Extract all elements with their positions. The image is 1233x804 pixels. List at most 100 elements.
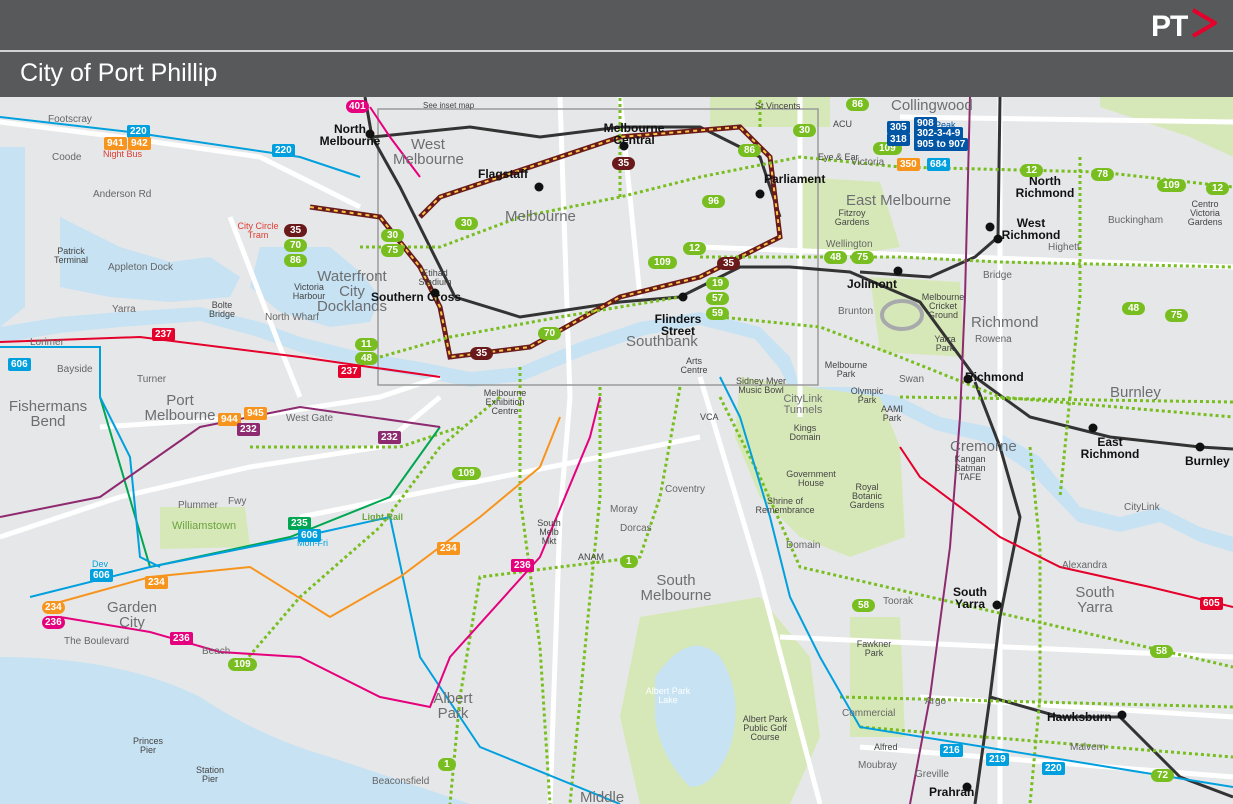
route-badge-11-docklands[interactable]: 11	[355, 338, 378, 351]
route-badge-19[interactable]: 19	[706, 277, 730, 290]
station-melbourne-central[interactable]: Melbourne Central	[598, 122, 670, 146]
road-beaconsfield: Beaconsfield	[372, 776, 430, 787]
poi-mcg: Melbourne Cricket Ground	[921, 292, 965, 320]
road-toorak: Toorak	[883, 596, 914, 607]
route-badge-75-wellington[interactable]: 75	[851, 251, 875, 264]
route-badge-1-south[interactable]: 1	[620, 555, 638, 568]
route-badge-70-city[interactable]: 70	[538, 327, 562, 340]
station-west-richmond[interactable]: West Richmond	[996, 217, 1066, 241]
route-badge-75-docklands[interactable]: 75	[381, 244, 405, 257]
route-badge-48-east[interactable]: 48	[1122, 302, 1146, 315]
route-badge-30-city[interactable]: 30	[455, 217, 479, 230]
route-badge-941[interactable]: 941	[104, 137, 127, 150]
route-badge-234-west[interactable]: 234	[145, 576, 168, 589]
suburb-south-yarra: South Yarra	[1075, 584, 1115, 616]
route-badge-58-east[interactable]: 58	[1150, 645, 1174, 658]
route-badge-109-beach[interactable]: 109	[228, 658, 257, 671]
route-badge-606-lorimer[interactable]: 606	[8, 358, 31, 371]
route-badge-942[interactable]: 942	[128, 137, 151, 150]
station-flagstaff[interactable]: Flagstaff	[478, 168, 528, 180]
station-richmond[interactable]: Richmond	[965, 371, 1024, 383]
station-jolimont[interactable]: Jolimont	[847, 278, 897, 290]
station-southern-cross[interactable]: Southern Cross	[371, 291, 461, 303]
route-badge-75-east[interactable]: 75	[1165, 309, 1189, 322]
station-hawksburn[interactable]: Hawksburn	[1047, 711, 1112, 723]
route-badge-232-b[interactable]: 232	[378, 431, 401, 444]
road-highett: Highett	[1048, 242, 1080, 253]
route-badge-236-beach[interactable]: 236	[170, 632, 193, 645]
route-badge-237-north[interactable]: 237	[152, 328, 175, 341]
road-dorcas: Dorcas	[620, 523, 652, 534]
route-badge-232-a[interactable]: 232	[237, 423, 260, 436]
route-badge-220-south[interactable]: 220	[1042, 762, 1065, 775]
poi-fitzroy-gardens: Fitzroy Gardens	[834, 208, 870, 227]
route-badge-70-west[interactable]: 70	[284, 239, 308, 252]
route-badge-605-east[interactable]: 605	[1200, 597, 1223, 610]
poi-melbourne-park: Melbourne Park	[824, 360, 868, 379]
route-badge-59[interactable]: 59	[706, 307, 730, 320]
route-badge-72-east[interactable]: 72	[1151, 769, 1175, 782]
poi-citylink-tunnels: CityLink Tunnels	[783, 393, 823, 416]
route-badge-236-mid[interactable]: 236	[511, 559, 534, 572]
route-badge-234-mid[interactable]: 234	[437, 542, 460, 555]
route-badge-86-west[interactable]: 86	[284, 254, 308, 267]
route-badge-237-south[interactable]: 237	[338, 365, 361, 378]
road-beach: Beach	[202, 646, 231, 657]
route-badge-684[interactable]: 684	[927, 158, 950, 171]
station-prahran[interactable]: Prahran	[929, 786, 974, 798]
poi-vca: VCA	[700, 412, 719, 422]
route-badge-86-eye[interactable]: 86	[738, 144, 762, 157]
route-badge-12-east[interactable]: 12	[1020, 164, 1044, 177]
route-badge-109-port[interactable]: 109	[452, 467, 481, 480]
route-badge-86-collingwood[interactable]: 86	[846, 98, 870, 111]
route-badge-350[interactable]: 350	[897, 158, 920, 171]
route-badge-109-east[interactable]: 109	[1157, 179, 1186, 192]
station-south-yarra[interactable]: South Yarra	[950, 586, 990, 610]
burnley-green	[1100, 97, 1233, 157]
route-badge-219-south[interactable]: 219	[986, 753, 1009, 766]
poi-station-pier: Station Pier	[195, 765, 225, 784]
route-badge-234-garden[interactable]: 234	[42, 601, 65, 614]
route-badge-1-albert[interactable]: 1	[438, 758, 456, 771]
route-badge-12-far-east[interactable]: 12	[1206, 182, 1230, 195]
route-badge-78-east[interactable]: 78	[1091, 168, 1115, 181]
route-badge-35-west[interactable]: 35	[284, 224, 308, 237]
route-badge-905[interactable]: 905 to 907	[914, 138, 969, 151]
route-badge-35-spencer[interactable]: 35	[717, 257, 741, 270]
route-badge-48-docklands[interactable]: 48	[355, 352, 379, 365]
route-badge-35-city[interactable]: 35	[612, 157, 636, 170]
route-badge-30-docklands[interactable]: 30	[381, 229, 405, 242]
route-badge-216-south[interactable]: 216	[940, 744, 963, 757]
route-badge-48-wellington[interactable]: 48	[824, 251, 848, 264]
suburb-richmond: Richmond	[971, 314, 1039, 331]
station-parliament[interactable]: Parliament	[764, 173, 825, 185]
network-map[interactable]: West Melbourne Melbourne East Melbourne …	[0, 97, 1233, 804]
route-badge-401[interactable]: 401	[346, 100, 369, 113]
route-badge-606-dev[interactable]: 606	[90, 569, 113, 582]
road-turner: Turner	[137, 374, 167, 385]
suburb-collingwood: Collingwood	[891, 97, 973, 114]
poi-dev: Dev	[92, 559, 109, 569]
route-badge-945[interactable]: 945	[244, 407, 267, 420]
station-burnley[interactable]: Burnley	[1185, 455, 1230, 467]
route-badge-57[interactable]: 57	[706, 292, 730, 305]
route-badge-30-collingwood[interactable]: 30	[793, 124, 817, 137]
page-title: City of Port Phillip	[20, 59, 218, 87]
poi-patrick-terminal: Patrick Terminal	[53, 246, 88, 265]
route-badge-58-toorak[interactable]: 58	[852, 599, 876, 612]
docks-water	[0, 147, 240, 327]
route-badge-220-west[interactable]: 220	[272, 144, 295, 157]
road-buckingham: Buckingham	[1108, 215, 1164, 226]
station-north-melbourne[interactable]: North Melbourne	[312, 123, 388, 147]
route-badge-606-mon-fri[interactable]: 606	[298, 529, 321, 542]
route-badge-236-garden[interactable]: 236	[42, 616, 65, 629]
route-badge-35-flinders[interactable]: 35	[470, 347, 494, 360]
route-badge-318[interactable]: 318	[887, 133, 910, 146]
station-flinders-street[interactable]: Flinders Street	[648, 313, 708, 337]
station-north-richmond[interactable]: North Richmond	[1010, 175, 1080, 199]
route-badge-109-city[interactable]: 109	[648, 256, 677, 269]
route-badge-12-city[interactable]: 12	[683, 242, 707, 255]
pt-logo[interactable]: PT	[1151, 8, 1217, 44]
route-badge-96-city[interactable]: 96	[702, 195, 726, 208]
station-east-richmond[interactable]: East Richmond	[1075, 436, 1145, 460]
